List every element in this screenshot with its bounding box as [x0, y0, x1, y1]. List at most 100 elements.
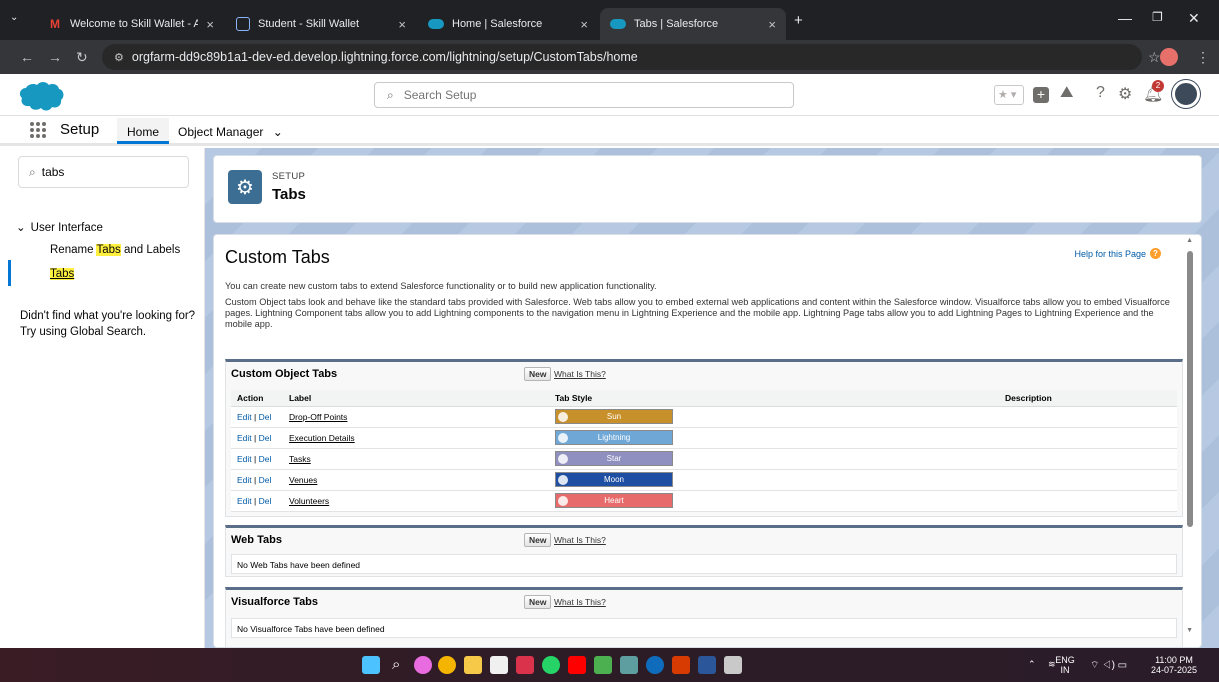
clock[interactable]: 11:00 PM 24-07-2025: [1146, 655, 1202, 675]
search-setup-box[interactable]: ⌕: [374, 82, 794, 108]
global-actions-plus-icon[interactable]: +: [1033, 87, 1049, 103]
youtube-icon[interactable]: [568, 656, 586, 674]
sidebar-item-label-pre: Rename: [50, 244, 97, 256]
chrome-icon[interactable]: [438, 656, 456, 674]
tab-label-link[interactable]: Drop-Off Points: [289, 412, 347, 422]
user-avatar[interactable]: [1172, 80, 1200, 108]
tab-search-chevron-icon[interactable]: ⌄: [10, 12, 18, 23]
mcafee-icon[interactable]: [516, 656, 534, 674]
bookmark-star-icon[interactable]: ☆: [1148, 49, 1161, 66]
what-is-this-link[interactable]: What Is This?: [554, 369, 606, 379]
quick-find-input[interactable]: [41, 165, 182, 179]
scrollbar-thumb[interactable]: [1187, 251, 1193, 527]
browser-tab-student-skill-wallet[interactable]: Student - Skill Wallet ×: [226, 8, 416, 40]
reload-icon[interactable]: ↻: [76, 49, 88, 66]
sidebar-group-user-interface[interactable]: ⌄ User Interface: [16, 220, 103, 234]
description-text: Custom Object tabs look and behave like …: [225, 297, 1170, 329]
close-tab-icon[interactable]: ×: [768, 17, 776, 32]
browser-tab-tabs-salesforce[interactable]: Tabs | Salesforce ×: [600, 8, 786, 40]
del-link[interactable]: Del: [259, 433, 272, 443]
search-icon: ⌕: [29, 164, 36, 179]
tab-object-manager[interactable]: Object Manager ⌄: [172, 118, 289, 144]
snipping-tool-icon[interactable]: [724, 656, 742, 674]
row-description-cell: [999, 469, 1177, 491]
tab-label-link[interactable]: Tasks: [289, 454, 311, 464]
search-icon[interactable]: ⌕: [392, 656, 410, 674]
edit-link[interactable]: Edit: [237, 475, 252, 485]
trailhead-icon[interactable]: ⛰: [1060, 84, 1073, 102]
browser-tab-skill-wallet-welcome[interactable]: M Welcome to Skill Wallet - A One ×: [38, 8, 224, 40]
restore-icon[interactable]: ❐: [1152, 10, 1163, 24]
new-tab-icon[interactable]: +: [794, 12, 803, 29]
word-icon[interactable]: [698, 656, 716, 674]
language-indicator[interactable]: ENG IN: [1054, 655, 1076, 675]
windows-start-icon[interactable]: [362, 656, 380, 674]
sidebar-item-rename-tabs-and-labels[interactable]: Rename Tabs and Labels: [50, 244, 180, 256]
help-question-icon[interactable]: ?: [1096, 84, 1105, 102]
tab-label-link[interactable]: Execution Details: [289, 433, 355, 443]
row-actions: Edit | Del: [231, 490, 283, 512]
scroll-up-arrow-icon[interactable]: ▲: [1186, 237, 1193, 244]
edit-link[interactable]: Edit: [237, 412, 252, 422]
app-icon[interactable]: [594, 656, 612, 674]
forward-icon[interactable]: →: [48, 49, 62, 65]
gmail-icon: M: [50, 17, 60, 31]
close-tab-icon[interactable]: ×: [398, 17, 406, 32]
wifi-volume-battery-icon[interactable]: ⌔ ◁) ▭: [1090, 659, 1127, 672]
file-explorer-icon[interactable]: [464, 656, 482, 674]
browser-menu-icon[interactable]: ⋮: [1196, 49, 1210, 66]
minimize-icon[interactable]: —: [1118, 10, 1132, 26]
edit-link[interactable]: Edit: [237, 496, 252, 506]
back-icon[interactable]: ←: [20, 49, 34, 65]
help-for-this-page-link[interactable]: Help for this Page?: [1074, 248, 1161, 259]
clock-time: 11:00 PM: [1155, 655, 1193, 665]
edge-icon[interactable]: [646, 656, 664, 674]
row-label-cell: Tasks: [283, 448, 549, 470]
app-launcher-icon[interactable]: [30, 122, 46, 138]
section-title: Web Tabs: [231, 534, 282, 546]
del-link[interactable]: Del: [259, 454, 272, 464]
del-link[interactable]: Del: [259, 475, 272, 485]
whatsapp-icon[interactable]: [542, 656, 560, 674]
app-name: Setup: [60, 121, 100, 138]
close-window-icon[interactable]: ✕: [1188, 10, 1200, 27]
setup-gear-icon[interactable]: ⚙: [1118, 84, 1132, 104]
new-visualforce-tab-button[interactable]: New: [524, 595, 552, 609]
del-link[interactable]: Del: [259, 496, 272, 506]
search-setup-input[interactable]: [403, 88, 754, 102]
site-info-icon[interactable]: ⚙: [114, 51, 124, 64]
tab-home[interactable]: Home: [117, 118, 170, 144]
notification-count-badge: 2: [1152, 80, 1164, 92]
sidebar-help-text-line1: Didn't find what you're looking for?: [20, 310, 196, 322]
browser-tab-title: Welcome to Skill Wallet - A One: [70, 18, 199, 30]
browser-tab-title: Student - Skill Wallet: [258, 18, 360, 30]
what-is-this-link[interactable]: What Is This?: [554, 597, 606, 607]
sidebar-item-tabs[interactable]: Tabs: [50, 268, 75, 280]
tray-chevron-up-icon[interactable]: ⌃: [1028, 659, 1036, 670]
url-field[interactable]: ⚙ orgfarm-dd9c89b1a1-dev-ed.develop.ligh…: [102, 44, 1142, 70]
wps-office-icon[interactable]: [672, 656, 690, 674]
url-text: orgfarm-dd9c89b1a1-dev-ed.develop.lightn…: [131, 50, 638, 64]
row-label-cell: Drop-Off Points: [283, 406, 549, 428]
copilot-icon[interactable]: [414, 656, 432, 674]
store-icon[interactable]: [490, 656, 508, 674]
browser-tab-home-salesforce[interactable]: Home | Salesforce ×: [418, 8, 598, 40]
close-tab-icon[interactable]: ×: [206, 17, 214, 32]
salesforce-logo[interactable]: [18, 81, 64, 111]
close-tab-icon[interactable]: ×: [580, 17, 588, 32]
scroll-down-arrow-icon[interactable]: ▼: [1186, 627, 1193, 634]
tab-label-link[interactable]: Volunteers: [289, 496, 329, 506]
what-is-this-link[interactable]: What Is This?: [554, 535, 606, 545]
row-description-cell: [999, 427, 1177, 449]
edit-link[interactable]: Edit: [237, 433, 252, 443]
app-icon[interactable]: [620, 656, 638, 674]
edit-link[interactable]: Edit: [237, 454, 252, 464]
quick-find-box[interactable]: ⌕: [18, 156, 189, 188]
language-line2: IN: [1060, 665, 1070, 675]
tab-label-link[interactable]: Venues: [289, 475, 317, 485]
new-web-tab-button[interactable]: New: [524, 533, 552, 547]
profile-avatar[interactable]: [1160, 48, 1178, 66]
new-custom-object-tab-button[interactable]: New: [524, 367, 552, 381]
del-link[interactable]: Del: [259, 412, 272, 422]
favorites-star-icon[interactable]: ★ ▾: [994, 85, 1024, 105]
